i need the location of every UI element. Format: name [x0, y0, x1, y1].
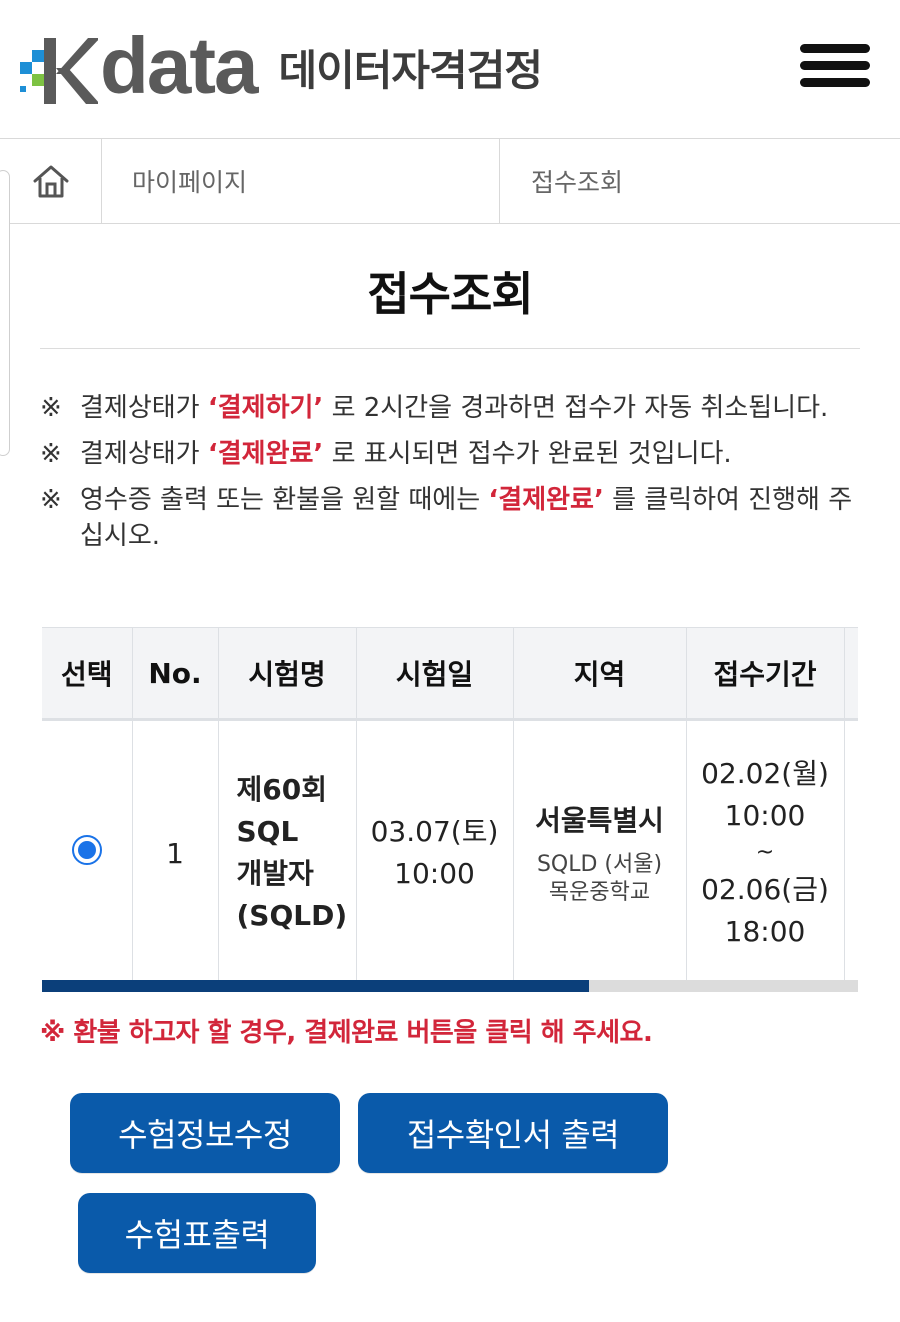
breadcrumb-mypage[interactable]: 마이페이지 — [102, 139, 500, 223]
notice-text: 결제상태가 — [80, 439, 208, 469]
logo-subtitle: 데이터자격검정 — [278, 46, 543, 95]
table-horizontal-scrollbar[interactable] — [42, 980, 858, 992]
header-region: 지역 — [513, 627, 687, 721]
notice-list: ※ 결제상태가 ‘결제하기’ 로 2시간을 경과하면 접수가 자동 취소됩니다. … — [40, 390, 860, 564]
period-start-date: 02.02(월) — [701, 757, 829, 790]
notice-text: 결제상태가 — [80, 393, 208, 423]
notice-emphasis: ‘결제완료’ — [488, 485, 604, 515]
header: data 데이터자격검정 — [0, 0, 900, 138]
region-sub: SQLD (서울) — [536, 852, 663, 877]
cell-no: 1 — [132, 719, 219, 985]
period-start-time: 10:00 — [724, 799, 806, 832]
header-exam-date: 시험일 — [356, 627, 514, 721]
exam-name-line: SQL — [236, 815, 299, 848]
cell-exam-date: 03.07(토) 10:00 — [356, 719, 514, 985]
header-no: No. — [132, 627, 219, 721]
cell-select — [42, 719, 133, 985]
select-radio[interactable] — [71, 834, 102, 865]
notice-mark: ※ — [40, 485, 62, 515]
period-separator: ~ — [755, 840, 775, 865]
notice-text: 로 표시되면 접수가 완료된 것입니다. — [323, 439, 732, 469]
region-sub: 목운중학교 — [548, 880, 651, 905]
notice-mark: ※ — [40, 439, 62, 469]
exam-time: 10:00 — [394, 857, 475, 890]
exam-date: 03.07(토) — [370, 815, 499, 848]
header-select: 선택 — [42, 627, 133, 721]
cell-region: 서울특별시 SQLD (서울) 목운중학교 — [513, 719, 687, 985]
period-end-date: 02.06(금) — [701, 873, 829, 906]
breadcrumb: 마이페이지 접수조회 — [0, 138, 900, 224]
page-title: 접수조회 — [367, 267, 533, 321]
notice-emphasis: ‘결제하기’ — [207, 393, 324, 423]
hamburger-menu-icon[interactable] — [800, 44, 870, 90]
exam-name-line: (SQLD) — [236, 899, 348, 932]
notice-item: ※ 영수증 출력 또는 환불을 원할 때에는 ‘결제완료’ 를 클릭하여 진행해 … — [40, 482, 860, 554]
cell-period: 02.02(월) 10:00 ~ 02.06(금) 18:00 — [686, 719, 845, 985]
print-exam-ticket-button[interactable]: 수험표출력 — [78, 1193, 316, 1273]
notice-item: ※ 결제상태가 ‘결제하기’ 로 2시간을 경과하면 접수가 자동 취소됩니다. — [40, 390, 860, 426]
edit-exam-info-button[interactable]: 수험정보수정 — [70, 1093, 340, 1173]
notice-text: 영수증 출력 또는 환불을 원할 때에는 — [80, 485, 489, 515]
registration-table[interactable]: 선택 No. 시험명 시험일 지역 접수기간 1 제60회 SQL 개발자 (S… — [42, 627, 858, 992]
notice-emphasis: ‘결제완료’ — [207, 439, 324, 469]
region-main: 서울특별시 — [535, 804, 664, 837]
period-end-time: 18:00 — [724, 915, 806, 948]
kdata-logo[interactable]: data 데이터자격검정 — [20, 26, 543, 106]
logo-word: data — [100, 21, 258, 110]
logo-mark-icon — [20, 36, 98, 106]
title-divider — [40, 348, 860, 349]
scrollbar-thumb[interactable] — [42, 980, 589, 992]
header-exam-name: 시험명 — [218, 627, 357, 721]
breadcrumb-current[interactable]: 접수조회 — [501, 139, 900, 223]
home-icon — [33, 165, 68, 198]
cell-exam-name: 제60회 SQL 개발자 (SQLD) — [218, 719, 357, 985]
table-row[interactable]: 1 제60회 SQL 개발자 (SQLD) 03.07(토) 10:00 서울특… — [42, 719, 858, 985]
cell-overflow — [844, 719, 858, 985]
header-period: 접수기간 — [686, 627, 845, 721]
print-confirmation-button[interactable]: 접수확인서 출력 — [358, 1093, 668, 1173]
notice-text: 로 2시간을 경과하면 접수가 자동 취소됩니다. — [323, 393, 829, 423]
exam-name-line: 제60회 — [236, 773, 328, 806]
refund-warning: ※ 환불 하고자 할 경우, 결제완료 버튼을 클릭 해 주세요. — [40, 1018, 653, 1048]
breadcrumb-home[interactable] — [0, 139, 102, 223]
table-header-row: 선택 No. 시험명 시험일 지역 접수기간 — [42, 627, 858, 721]
notice-item: ※ 결제상태가 ‘결제완료’ 로 표시되면 접수가 완료된 것입니다. — [40, 436, 860, 472]
notice-mark: ※ — [40, 393, 62, 423]
exam-name-line: 개발자 — [236, 857, 314, 890]
header-overflow — [844, 627, 858, 721]
